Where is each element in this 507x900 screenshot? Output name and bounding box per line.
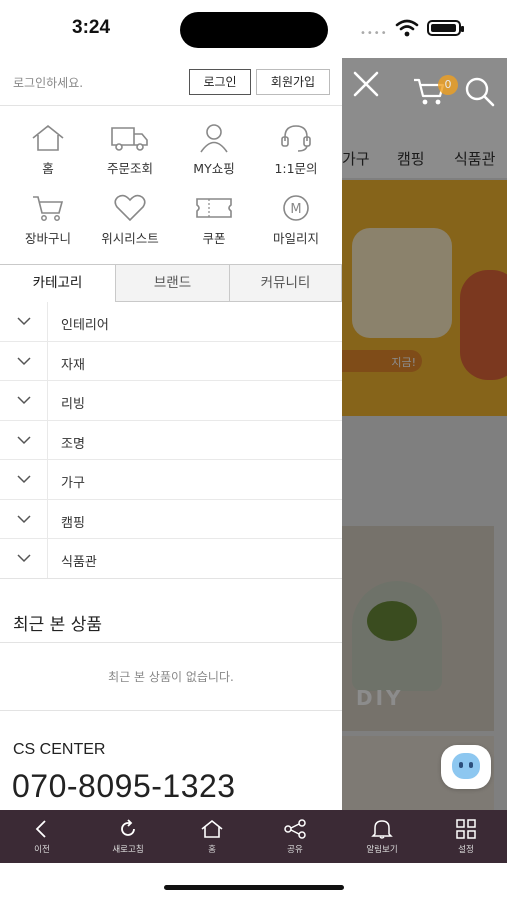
- chevron-down-icon: [17, 356, 31, 365]
- chevron-down-icon: [17, 514, 31, 523]
- status-bar: 3:24 ••••: [0, 0, 507, 58]
- chevron-down-icon: [17, 435, 31, 444]
- signal-icon: ••••: [360, 28, 388, 39]
- search-icon[interactable]: [464, 76, 496, 108]
- expand-toggle[interactable]: [0, 539, 48, 578]
- recent-title: 최근 본 상품: [13, 615, 103, 635]
- nav-share-button[interactable]: 공유: [253, 810, 337, 863]
- quick-inquiry-button[interactable]: 1:1문의: [254, 123, 338, 187]
- status-time: 3:24: [72, 17, 111, 38]
- signup-button[interactable]: 회원가입: [256, 69, 330, 95]
- bottom-navigation: 이전 새로고침 홈 공유 알림보기 설정: [0, 810, 507, 863]
- home-icon: [201, 819, 223, 838]
- category-item[interactable]: 캠핑: [0, 499, 342, 539]
- quick-order-button[interactable]: 주문조회: [88, 123, 172, 187]
- expand-toggle[interactable]: [0, 460, 48, 499]
- category-item[interactable]: 자재: [0, 341, 342, 381]
- back-icon: [35, 820, 46, 838]
- nav-back-button[interactable]: 이전: [0, 810, 84, 863]
- divider: [0, 578, 342, 579]
- login-prompt: 로그인하세요.: [13, 76, 84, 90]
- category-item[interactable]: 조명: [0, 420, 342, 460]
- category-label: 가구: [61, 476, 85, 491]
- expand-toggle[interactable]: [0, 341, 48, 381]
- close-icon[interactable]: [352, 70, 380, 98]
- cs-center-title: CS CENTER: [13, 741, 106, 758]
- expand-toggle[interactable]: [0, 499, 48, 539]
- chevron-down-icon: [17, 475, 31, 484]
- category-list: 인테리어자재리빙조명가구캠핑식품관: [0, 302, 342, 579]
- expand-toggle[interactable]: [0, 381, 48, 420]
- nav-refresh-button[interactable]: 새로고침: [86, 810, 170, 863]
- divider: [0, 710, 342, 711]
- headset-icon: [281, 125, 311, 152]
- expand-toggle[interactable]: [0, 302, 48, 341]
- category-label: 인테리어: [61, 318, 109, 333]
- dynamic-island: [180, 12, 328, 48]
- dim-overlay[interactable]: 0: [342, 58, 507, 810]
- login-button[interactable]: 로그인: [189, 69, 251, 95]
- battery-icon: [427, 20, 464, 36]
- divider: [0, 642, 342, 643]
- quick-cart-button[interactable]: 장바구니: [6, 193, 90, 257]
- login-row: 로그인하세요. 로그인 회원가입: [0, 58, 342, 106]
- quick-mileage-button[interactable]: M 마일리지: [254, 193, 338, 257]
- nav-notifications-button[interactable]: 알림보기: [340, 810, 424, 863]
- category-label: 식품관: [61, 555, 97, 570]
- share-icon: [284, 819, 306, 839]
- quick-menu: 홈 주문조회 MY쇼핑 1:1문의 장바구니 위시리스트 쿠폰 M 마일리지: [0, 107, 342, 262]
- bell-icon: [371, 820, 393, 839]
- mileage-icon: M: [283, 195, 309, 221]
- tab-community[interactable]: 커뮤니티: [229, 264, 342, 302]
- user-icon: [200, 124, 228, 153]
- nav-settings-button[interactable]: 설정: [424, 810, 507, 863]
- nav-home-button[interactable]: 홈: [170, 810, 254, 863]
- chevron-down-icon: [17, 396, 31, 405]
- drawer-tabs: 카테고리 브랜드 커뮤니티: [0, 264, 342, 302]
- category-item[interactable]: 리빙: [0, 381, 342, 421]
- expand-toggle[interactable]: [0, 420, 48, 460]
- tab-brand[interactable]: 브랜드: [115, 264, 230, 302]
- cs-phone-number[interactable]: 070-8095-1323: [12, 768, 236, 805]
- category-label: 자재: [61, 357, 85, 373]
- category-label: 캠핑: [61, 515, 85, 531]
- home-indicator[interactable]: [164, 885, 344, 890]
- cart-count-badge: 0: [438, 75, 458, 95]
- tab-category[interactable]: 카테고리: [0, 264, 116, 302]
- svg-text:M: M: [290, 202, 301, 217]
- wifi-icon: [395, 19, 419, 37]
- category-label: 조명: [61, 436, 85, 452]
- heart-icon: [114, 194, 146, 222]
- quick-myshopping-button[interactable]: MY쇼핑: [172, 123, 256, 187]
- quick-coupon-button[interactable]: 쿠폰: [172, 193, 256, 257]
- quick-wishlist-button[interactable]: 위시리스트: [88, 193, 172, 257]
- category-item[interactable]: 인테리어: [0, 302, 342, 342]
- category-label: 리빙: [61, 397, 85, 412]
- chevron-down-icon: [17, 554, 31, 563]
- truck-icon: [111, 127, 148, 151]
- quick-home-button[interactable]: 홈: [6, 123, 90, 187]
- chevron-down-icon: [17, 317, 31, 326]
- side-drawer: 로그인하세요. 로그인 회원가입 홈 주문조회 MY쇼핑 1:1문의 장바구니 …: [0, 58, 342, 810]
- coupon-icon: [196, 198, 232, 218]
- category-item[interactable]: 가구: [0, 460, 342, 500]
- refresh-icon: [121, 819, 135, 836]
- chatbot-icon: [452, 753, 480, 779]
- cart-icon: [33, 196, 64, 221]
- grid-icon: [456, 819, 476, 839]
- category-item[interactable]: 식품관: [0, 539, 342, 579]
- chatbot-button[interactable]: [441, 745, 491, 789]
- recent-empty-message: 최근 본 상품이 없습니다.: [108, 670, 234, 684]
- home-icon: [32, 124, 64, 151]
